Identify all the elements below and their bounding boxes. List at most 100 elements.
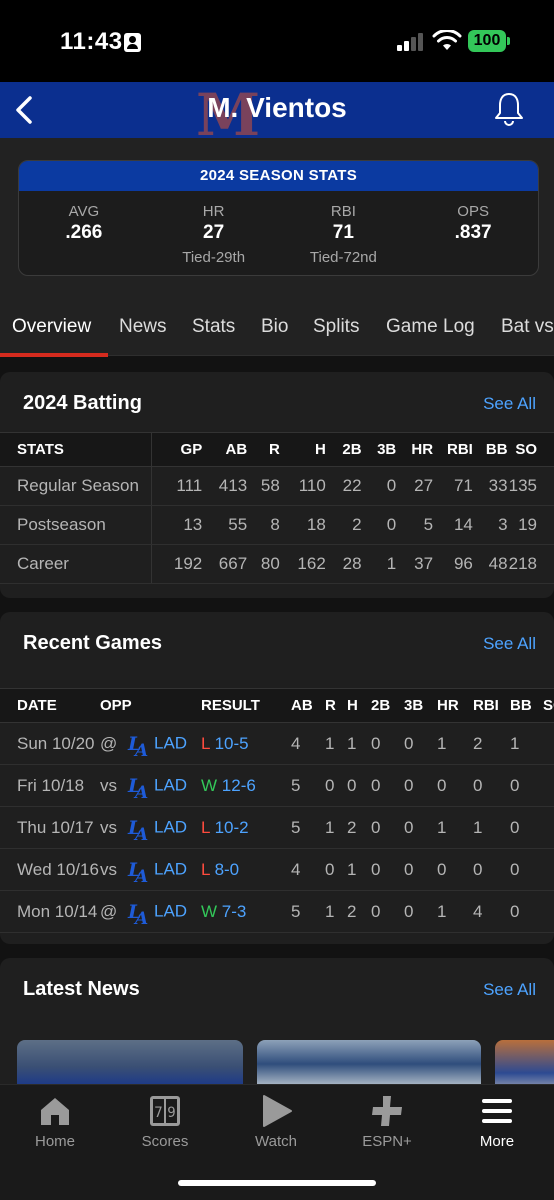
column-header: OPP: [100, 688, 201, 723]
bell-icon[interactable]: [492, 90, 526, 128]
table-cell: 667: [202, 544, 248, 584]
column-header: RESULT: [201, 688, 291, 723]
table-cell: 0: [371, 890, 404, 933]
table-cell: 4: [291, 848, 325, 891]
venue-indicator: vs: [100, 817, 117, 837]
recent-games-card: Recent Games See All DATE OPP RESULT AB …: [0, 612, 554, 944]
table-row[interactable]: Fri 10/18 vs L A LAD W 12-6 5 0 0 0 0 0 0 0: [0, 764, 554, 807]
tab-bio[interactable]: Bio: [261, 316, 288, 338]
svg-text:7: 7: [154, 1105, 162, 1121]
column-header: SO: [507, 432, 554, 467]
nav-scores[interactable]: 7 9 Scores: [115, 1093, 215, 1150]
table-cell: 162: [279, 544, 326, 584]
result-cell[interactable]: W 12-6: [201, 764, 291, 807]
nav-home[interactable]: Home: [5, 1093, 105, 1150]
dodgers-logo-icon: LA: [127, 733, 148, 758]
stat-value: .266: [65, 222, 103, 243]
table-cell: 110: [279, 466, 326, 506]
news-thumbnail-image[interactable]: [17, 1040, 243, 1084]
table-cell: 1: [473, 806, 510, 849]
column-header: H: [347, 688, 371, 723]
plus-icon: [372, 1096, 402, 1126]
home-icon: [41, 1098, 69, 1125]
result-cell[interactable]: L 8-0: [201, 848, 291, 891]
nav-more[interactable]: More: [447, 1093, 547, 1150]
table-cell: 0: [404, 848, 437, 891]
tab-stats[interactable]: Stats: [192, 316, 235, 338]
nav-watch[interactable]: Watch: [226, 1093, 326, 1150]
table-cell: 0: [371, 848, 404, 891]
play-icon: [263, 1095, 292, 1127]
main-content[interactable]: 2024 SEASON STATS AVG .266 HR 27 Tied-29…: [0, 138, 554, 1084]
table-cell: 0: [361, 505, 397, 545]
table-cell: 1: [325, 806, 347, 849]
cellular-signal-icon: [397, 33, 425, 51]
table-cell: 5: [291, 890, 325, 933]
opponent-team[interactable]: LAD: [154, 901, 187, 920]
result-win-loss: L: [201, 817, 210, 837]
result-cell[interactable]: L 10-5: [201, 722, 291, 765]
nav-espn-plus[interactable]: ESPN+: [337, 1093, 437, 1150]
table-cell: 33: [472, 466, 508, 506]
tab-news[interactable]: News: [119, 316, 167, 338]
table-cell: 14: [433, 505, 473, 545]
opponent-team[interactable]: LAD: [154, 859, 187, 878]
season-stats-card: 2024 SEASON STATS AVG .266 HR 27 Tied-29…: [18, 160, 539, 276]
table-cell: 0: [437, 764, 473, 807]
recent-games-see-all-link[interactable]: See All: [483, 634, 536, 654]
table-row[interactable]: Thu 10/17 vs L A LAD L 10-2 5 1 2 0 0 1 1 0: [0, 806, 554, 849]
stat-label: OPS: [457, 203, 489, 220]
tab-bar: Overview News Stats Bio Splits Game Log …: [0, 296, 554, 356]
table-cell: 71: [433, 466, 473, 506]
stat-value: 27: [203, 222, 225, 243]
page-title: M. Vientos: [207, 92, 347, 123]
opponent-team[interactable]: LAD: [154, 775, 187, 794]
table-cell: 28: [325, 544, 362, 584]
table-row[interactable]: Sun 10/20 @ L A LAD L 10-5 4 1 1 0 0 1 2 1: [0, 722, 554, 765]
latest-news-see-all-link[interactable]: See All: [483, 980, 536, 1000]
battery-indicator: 100: [468, 30, 510, 52]
stat-label: RBI: [330, 203, 356, 220]
table-row[interactable]: Wed 10/16 vs L A LAD L 8-0 4 0 1 0 0 0 0 0: [0, 848, 554, 891]
tab-overview[interactable]: Overview: [12, 316, 91, 338]
news-thumbnail-image[interactable]: [257, 1040, 481, 1084]
table-cell: [543, 848, 554, 891]
stat-rank: Tied-29th: [182, 249, 246, 266]
batting-see-all-link[interactable]: See All: [483, 394, 536, 414]
table-row: Regular Season 111 413 58 110 22 0 27 71…: [0, 466, 554, 506]
table-row: Postseason 13 55 8 18 2 0 5 14 3 19: [0, 505, 554, 545]
season-stat-avg: AVG .266: [19, 203, 149, 266]
stat-value: .837: [454, 222, 492, 243]
column-header: RBI: [473, 688, 510, 723]
row-label: Postseason: [0, 505, 152, 545]
scores-icon: 7 9: [150, 1096, 180, 1126]
latest-news-title: Latest News: [23, 978, 140, 1000]
table-cell: 0: [404, 806, 437, 849]
tab-game-log[interactable]: Game Log: [386, 316, 475, 338]
column-header: 3B: [404, 688, 437, 723]
news-thumbnail-image[interactable]: [495, 1040, 554, 1084]
column-header: H: [279, 432, 326, 467]
table-cell: 3: [472, 505, 508, 545]
season-stat-ops: OPS .837: [408, 203, 538, 266]
table-cell: 55: [202, 505, 248, 545]
result-cell[interactable]: W 7-3: [201, 890, 291, 933]
home-indicator[interactable]: [178, 1180, 376, 1186]
player-header: M M. Vientos: [0, 82, 554, 138]
opponent-team[interactable]: LAD: [154, 817, 187, 836]
tab-splits[interactable]: Splits: [313, 316, 359, 338]
table-cell: 0: [371, 806, 404, 849]
result-cell[interactable]: L 10-2: [201, 806, 291, 849]
menu-icon: [482, 1099, 512, 1123]
table-cell: 2: [347, 890, 371, 933]
opponent-team[interactable]: LAD: [154, 733, 187, 752]
stat-rank: Tied-72nd: [309, 249, 377, 266]
opponent-cell: vs L A LAD: [100, 848, 201, 891]
column-header: AB: [202, 432, 248, 467]
tab-bat-vs[interactable]: Bat vs: [501, 316, 554, 338]
table-cell: 8: [247, 505, 280, 545]
table-row[interactable]: Mon 10/14 @ L A LAD W 7-3 5 1 2 0 0 1 4 0: [0, 890, 554, 933]
opponent-cell: @ L A LAD: [100, 890, 201, 933]
table-cell: 0: [473, 848, 510, 891]
row-label: Regular Season: [0, 466, 152, 506]
